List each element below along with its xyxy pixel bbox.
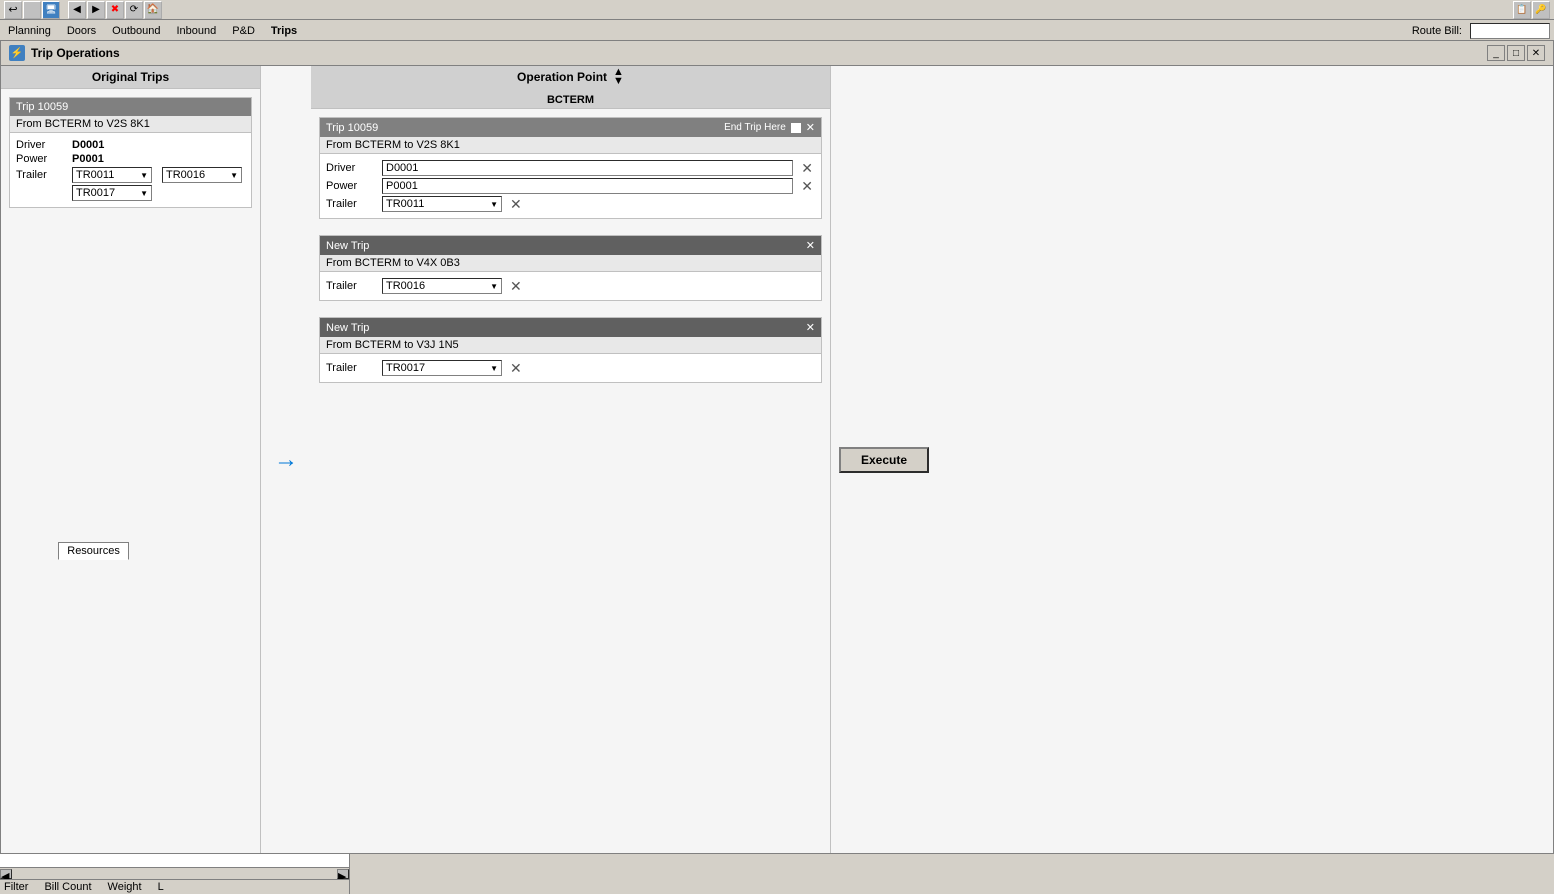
toolbar-icon-r2[interactable]: 🔑	[1532, 1, 1550, 19]
new-trip-2-trailer-label: Trailer	[326, 362, 376, 374]
op-driver-input[interactable]	[382, 160, 793, 176]
orig-trailer-label: Trailer	[16, 169, 66, 181]
modal-title: Trip Operations	[31, 46, 1481, 60]
op-power-label: Power	[326, 180, 376, 192]
orig-driver-label: Driver	[16, 139, 66, 151]
new-trip-2-trailer-clear[interactable]: ✕	[508, 361, 524, 375]
op-trip-id: Trip 10059	[326, 122, 378, 134]
nav-outbound[interactable]: Outbound	[108, 23, 164, 39]
minimize-btn[interactable]: _	[1487, 45, 1505, 61]
toolbar-icon-r1[interactable]: 📋	[1513, 1, 1531, 19]
op-trailer-clear[interactable]: ✕	[508, 197, 524, 211]
nav-planning[interactable]: Planning	[4, 23, 55, 39]
nav-trips[interactable]: Trips	[267, 23, 301, 39]
toolbar-icon-1[interactable]: ↩	[4, 1, 22, 19]
orig-trailer1-dropdown[interactable]: TR0011 ▼	[72, 167, 152, 183]
toolbar-icon-2[interactable]	[23, 1, 41, 19]
nav-doors[interactable]: Doors	[63, 23, 100, 39]
orig-driver-value: D0001	[72, 139, 132, 151]
new-trip-2-fromto: From BCTERM to V3J 1N5	[326, 339, 459, 351]
orig-power-label: Power	[16, 153, 66, 165]
tab-resources[interactable]: Resources	[58, 542, 129, 560]
route-bill-label: Route Bill:	[1412, 25, 1462, 37]
end-trip-label: End Trip Here	[724, 122, 786, 133]
new-trip-1-close-icon[interactable]: ✕	[806, 239, 815, 252]
toolbar-icon-3[interactable]: 🖥	[42, 1, 60, 19]
orig-trip-10059: Trip 10059 From BCTERM to V2S 8K1 Driver…	[9, 97, 252, 208]
new-trip-2-close-icon[interactable]: ✕	[806, 321, 815, 334]
route-bill-input[interactable]	[1470, 23, 1550, 39]
orig-power-value: P0001	[72, 153, 132, 165]
toolbar-icon-refresh[interactable]: ⟳	[125, 1, 143, 19]
op-power-input[interactable]	[382, 178, 793, 194]
orig-trip-id: Trip 10059	[16, 101, 68, 113]
op-trailer-dropdown[interactable]: TR0011 ▼	[382, 196, 502, 212]
orig-trailer2-dropdown[interactable]: TR0016 ▼	[162, 167, 242, 183]
trip-operations-modal: ⚡ Trip Operations _ □ ✕ Original Trips T…	[0, 40, 1554, 854]
op-trip-10059: Trip 10059 End Trip Here ✕ From BCTERM t…	[319, 117, 822, 219]
nav-inbound[interactable]: Inbound	[173, 23, 221, 39]
freight-hscroll[interactable]: ◀ ▶	[0, 867, 349, 879]
op-point-title: Operation Point	[517, 70, 607, 84]
new-trip-1-trailer-dropdown[interactable]: TR0016 ▼	[382, 278, 502, 294]
op-point-updown-btn[interactable]: ▲▼	[613, 68, 624, 86]
new-trip-1-fromto: From BCTERM to V4X 0B3	[326, 257, 460, 269]
new-trip-2-header: New Trip	[326, 322, 369, 334]
toolbar-icon-back[interactable]: ◀	[68, 1, 86, 19]
new-trip-1: New Trip ✕ From BCTERM to V4X 0B3 Traile…	[319, 235, 822, 301]
end-trip-checkbox[interactable]	[790, 122, 802, 134]
l-label: L	[158, 881, 164, 893]
toolbar-icon-stop[interactable]: ✖	[106, 1, 124, 19]
bill-count-label: Bill Count	[44, 881, 91, 893]
arrow-right-icon[interactable]: →	[274, 446, 298, 474]
op-trip-close-icon[interactable]: ✕	[806, 121, 815, 134]
op-trip-fromto: From BCTERM to V2S 8K1	[326, 139, 460, 151]
orig-trip-fromto: From BCTERM to V2S 8K1	[16, 118, 150, 130]
op-trailer-label: Trailer	[326, 198, 376, 210]
new-trip-1-trailer-clear[interactable]: ✕	[508, 279, 524, 293]
new-trip-1-trailer-label: Trailer	[326, 280, 376, 292]
execute-button[interactable]: Execute	[839, 447, 929, 473]
op-driver-label: Driver	[326, 162, 376, 174]
new-trip-2-trailer-dropdown[interactable]: TR0017 ▼	[382, 360, 502, 376]
toolbar-icon-home[interactable]: 🏠	[144, 1, 162, 19]
toolbar-icon-fwd[interactable]: ▶	[87, 1, 105, 19]
op-power-clear[interactable]: ✕	[799, 179, 815, 193]
modal-title-icon: ⚡	[9, 45, 25, 61]
original-trips-header: Original Trips	[1, 66, 260, 89]
op-point-value-label: BCTERM	[547, 94, 594, 106]
maximize-btn[interactable]: □	[1507, 45, 1525, 61]
weight-label: Weight	[108, 881, 142, 893]
new-trip-1-header: New Trip	[326, 240, 369, 252]
close-btn[interactable]: ✕	[1527, 45, 1545, 61]
new-trip-2: New Trip ✕ From BCTERM to V3J 1N5 Traile…	[319, 317, 822, 383]
orig-trailer3-dropdown[interactable]: TR0017 ▼	[72, 185, 152, 201]
op-driver-clear[interactable]: ✕	[799, 161, 815, 175]
filter-status: Filter	[4, 881, 28, 893]
nav-pnd[interactable]: P&D	[228, 23, 259, 39]
